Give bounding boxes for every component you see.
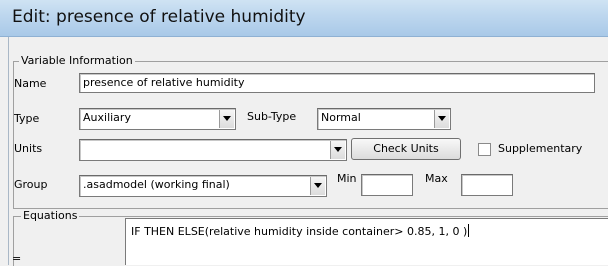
min-label: Min — [337, 172, 357, 185]
chevron-down-icon — [314, 183, 322, 188]
units-label: Units — [14, 142, 43, 155]
chevron-down-icon — [438, 116, 446, 121]
units-select[interactable] — [79, 139, 347, 161]
group-select[interactable]: .asadmodel (working final) — [79, 175, 327, 197]
max-field[interactable] — [461, 174, 513, 196]
window-title: Edit: presence of relative humidity — [12, 7, 306, 27]
type-label: Type — [14, 112, 40, 125]
units-dropdown-button[interactable] — [330, 141, 345, 159]
type-dropdown-button[interactable] — [219, 110, 234, 128]
chevron-down-icon — [223, 116, 231, 121]
subtype-value: Normal — [321, 111, 361, 124]
max-label: Max — [425, 172, 448, 185]
dialog-body: Variable Information Name presence of re… — [8, 37, 608, 266]
subtype-select[interactable]: Normal — [317, 108, 451, 130]
title-bar[interactable]: Edit: presence of relative humidity — [0, 0, 608, 37]
max-input[interactable] — [465, 177, 509, 190]
chevron-down-icon — [334, 147, 342, 152]
group-value: .asadmodel (working final) — [83, 178, 230, 191]
name-label: Name — [14, 77, 47, 90]
variable-information-legend: Variable Information — [19, 54, 135, 67]
supplementary-checkbox[interactable] — [478, 143, 491, 156]
name-value: presence of relative humidity — [83, 76, 245, 89]
name-field[interactable]: presence of relative humidity — [79, 73, 595, 93]
equations-legend: Equations — [21, 209, 80, 222]
equals-label: = — [12, 252, 22, 265]
min-input[interactable] — [365, 177, 409, 190]
equation-text: IF THEN ELSE(relative humidity inside co… — [131, 225, 468, 238]
equation-editor[interactable]: IF THEN ELSE(relative humidity inside co… — [125, 218, 608, 265]
subtype-dropdown-button[interactable] — [434, 110, 449, 128]
supplementary-label: Supplementary — [498, 142, 583, 155]
text-caret — [468, 224, 470, 237]
type-select[interactable]: Auxiliary — [79, 108, 236, 130]
group-dropdown-button[interactable] — [310, 177, 325, 195]
group-label: Group — [14, 178, 48, 191]
check-units-button[interactable]: Check Units — [351, 138, 461, 160]
type-value: Auxiliary — [83, 111, 131, 124]
subtype-label: Sub-Type — [247, 110, 297, 123]
min-field[interactable] — [361, 174, 413, 196]
